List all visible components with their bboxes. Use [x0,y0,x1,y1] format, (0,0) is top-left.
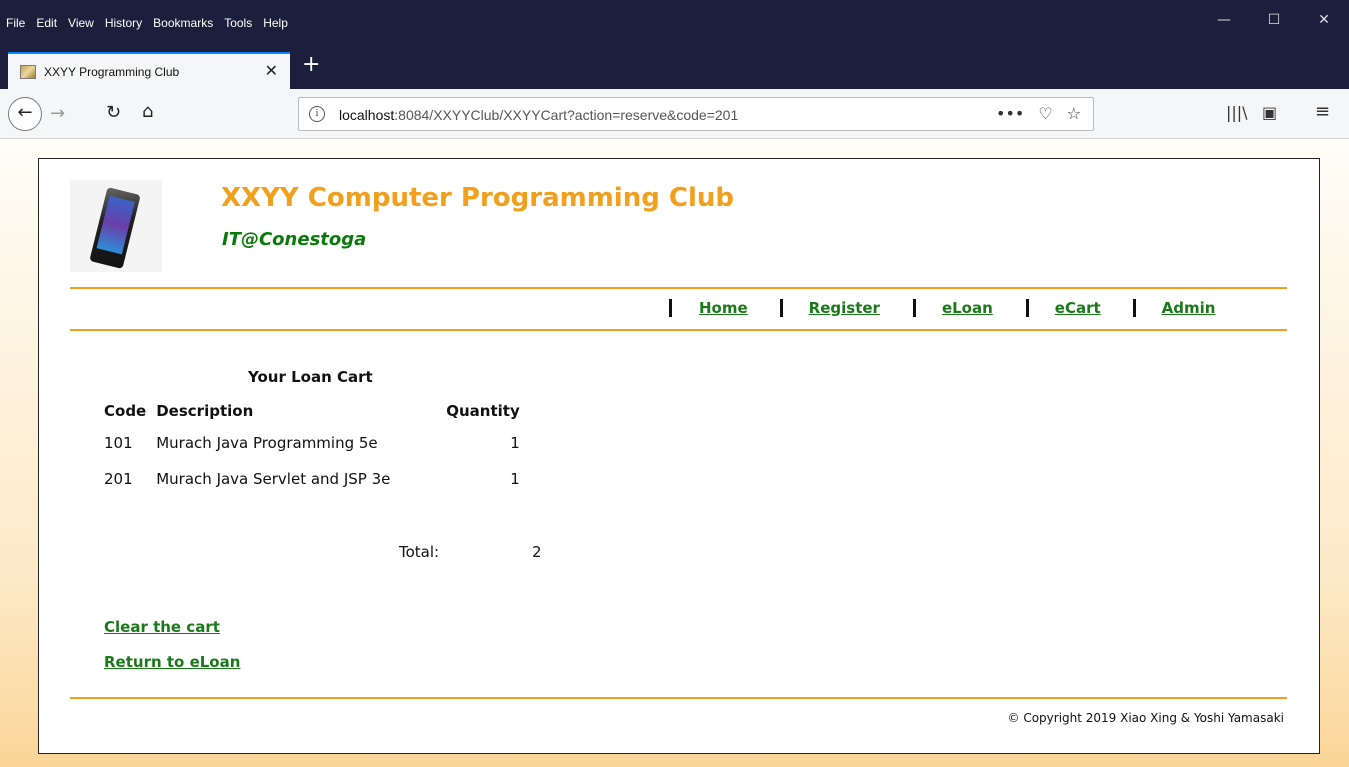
nav-separator [1132,299,1136,317]
menu-icon[interactable]: ≡ [1315,101,1330,122]
menu-tools[interactable]: Tools [224,16,252,30]
nav-item-ecart: eCart [1025,299,1133,317]
menu-items: File Edit View History Bookmarks Tools H… [6,16,299,30]
favicon-icon [20,65,36,79]
return-to-eloan-link[interactable]: Return to eLoan [104,653,240,671]
home-icon[interactable]: ⌂ [142,101,153,122]
cart-header-row: Code Description Quantity [99,397,525,425]
tab-close-icon[interactable]: ✕ [265,61,278,80]
total-label: Total: [399,543,440,561]
table-row: 101 Murach Java Programming 5e 1 [99,425,525,461]
active-tab[interactable]: XXYY Programming Club ✕ [8,52,290,89]
reload-icon[interactable]: ↻ [106,102,121,123]
footer-divider [70,697,1287,699]
cart-table: Code Description Quantity 101 Murach Jav… [99,397,525,497]
nav-item-eloan: eLoan [912,299,1026,317]
maximize-button[interactable]: ☐ [1249,12,1299,28]
cart-title: Your Loan Cart [248,368,373,386]
phone-screen [96,195,135,255]
phone-icon [89,187,141,269]
row-description: Murach Java Servlet and JSP 3e [156,470,391,488]
nav-item-admin: Admin [1132,299,1216,317]
nav-link-eloan[interactable]: eLoan [942,299,993,317]
nav-item-register: Register [779,299,913,317]
tab-title: XXYY Programming Club [44,65,180,79]
info-icon[interactable]: i [309,106,325,122]
total-value: 2 [532,543,542,561]
close-window-button[interactable]: ✕ [1299,12,1349,28]
tab-strip: XXYY Programming Club ✕ + [0,46,1349,89]
row-code: 201 [104,470,133,488]
header-code: Code [104,402,147,420]
nav-link-register[interactable]: Register [809,299,880,317]
page-viewport: XXYY Computer Programming Club IT@Conest… [0,140,1349,767]
menu-history[interactable]: History [105,16,142,30]
menu-view[interactable]: View [68,16,94,30]
minimize-button[interactable]: — [1199,12,1249,28]
nav-separator [1025,299,1029,317]
nav-link-ecart[interactable]: eCart [1055,299,1101,317]
url-path: :8084/XXYYClub/XXYYCart?action=reserve&c… [394,107,739,123]
window-controls: — ☐ ✕ [1199,12,1349,28]
menu-file[interactable]: File [6,16,25,30]
menu-bar: File Edit View History Bookmarks Tools H… [0,0,1349,46]
pocket-icon[interactable]: ♡ [1038,104,1052,123]
phone-logo-image [70,180,162,272]
header-divider-top [70,287,1287,289]
url-text[interactable]: localhost:8084/XXYYClub/XXYYCart?action=… [339,107,738,123]
menu-edit[interactable]: Edit [36,16,57,30]
page-container: XXYY Computer Programming Club IT@Conest… [38,158,1320,754]
bookmark-star-icon[interactable]: ☆ [1067,104,1081,123]
row-quantity: 1 [510,434,520,452]
clear-cart-link[interactable]: Clear the cart [104,618,220,636]
site-title: XXYY Computer Programming Club [221,183,734,213]
new-tab-icon[interactable]: + [302,52,320,77]
row-quantity: 1 [510,470,520,488]
copyright-text: © Copyright 2019 Xiao Xing & Yoshi Yamas… [1007,711,1285,725]
header-divider-bottom [70,329,1287,331]
menu-help[interactable]: Help [263,16,288,30]
nav-separator [912,299,916,317]
header-quantity: Quantity [446,402,520,420]
nav-link-admin[interactable]: Admin [1162,299,1216,317]
nav-separator [669,299,672,317]
nav-separator [779,299,783,317]
row-description: Murach Java Programming 5e [156,434,378,452]
site-subtitle: IT@Conestoga [222,229,367,250]
site-nav: Home Register eLoan eCart Admin [669,299,1215,317]
back-icon[interactable]: ← [8,97,42,131]
url-host: localhost [339,107,395,123]
url-bar[interactable]: i localhost:8084/XXYYClub/XXYYCart?actio… [298,97,1094,131]
table-row: 201 Murach Java Servlet and JSP 3e 1 [99,461,525,497]
menu-bookmarks[interactable]: Bookmarks [153,16,213,30]
nav-toolbar: ← → ↻ ⌂ i localhost:8084/XXYYClub/XXYYCa… [0,89,1349,139]
nav-link-home[interactable]: Home [699,299,748,317]
forward-icon[interactable]: → [50,103,65,124]
nav-item-home: Home [669,299,780,317]
header-description: Description [156,402,254,420]
sidebar-icon[interactable]: ▣ [1262,103,1277,122]
row-code: 101 [104,434,133,452]
url-actions: ••• ♡ ☆ [996,104,1081,123]
page-actions-icon[interactable]: ••• [996,104,1024,123]
library-icon[interactable]: |||\ [1226,103,1248,122]
